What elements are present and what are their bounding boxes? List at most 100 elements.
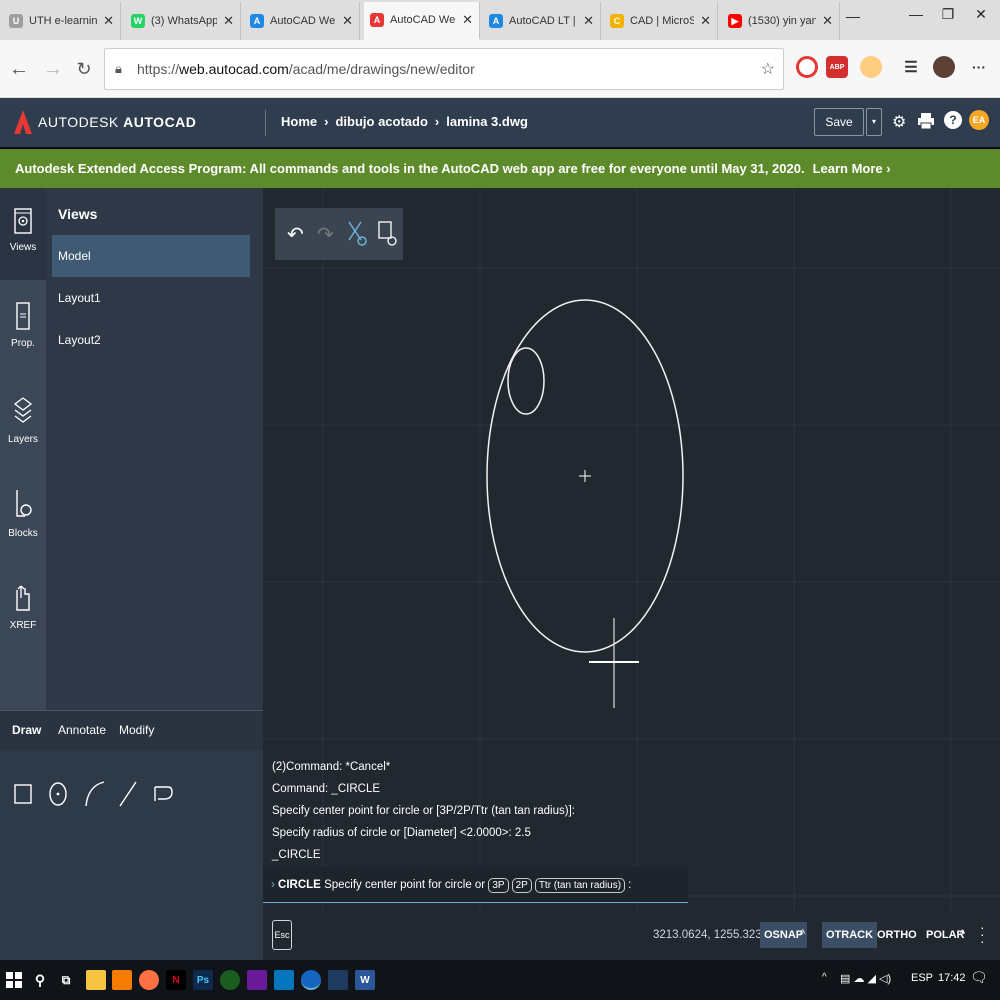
pan-tool-icon[interactable] <box>347 220 369 248</box>
breadcrumb-folder[interactable]: dibujo acotado <box>335 114 427 129</box>
close-tab-icon[interactable]: ✕ <box>462 12 473 28</box>
browser-tab[interactable]: A AutoCAD LT | 2D D ✕ <box>483 2 601 40</box>
app-header: AUTODESK AUTOCAD Home › dibujo acotado ›… <box>0 98 1000 148</box>
redo-icon[interactable]: ↷ <box>317 222 334 247</box>
close-tab-icon[interactable]: ✕ <box>583 13 594 29</box>
url-prefix: https:// <box>137 61 180 77</box>
close-tab-icon[interactable]: ✕ <box>103 13 114 29</box>
refresh-icon[interactable]: ↻ <box>71 56 97 82</box>
tray-icons[interactable]: ▤ ☁ ◢ ◁) <box>840 972 891 985</box>
opera-extension-icon[interactable] <box>796 56 818 78</box>
user-avatar[interactable]: EA <box>969 110 989 130</box>
tab-favicon-icon: A <box>489 14 503 28</box>
otrack-toggle[interactable]: OTRACK <box>822 922 878 948</box>
windows-start-icon[interactable] <box>6 972 22 988</box>
more-menu-icon[interactable]: ··· <box>968 56 990 78</box>
url-input[interactable]: 🔒︎ https://web.autocad.com/acad/me/drawi… <box>104 48 784 90</box>
rail-item-views[interactable]: Views <box>0 188 46 280</box>
osnap-options-icon[interactable]: ^ <box>800 928 805 940</box>
browser-tab[interactable]: W (3) WhatsApp ✕ <box>125 2 241 40</box>
firefox-icon[interactable] <box>139 970 159 990</box>
language-indicator[interactable]: ESP <box>911 972 933 984</box>
profile-avatar[interactable] <box>933 56 955 78</box>
tray-expand-icon[interactable]: ^ <box>822 972 827 983</box>
view-item-model[interactable]: Model <box>52 235 250 277</box>
favorites-list-icon[interactable]: ☰ <box>900 56 922 78</box>
option-ttr[interactable]: Ttr (tan tan radius) <box>534 878 626 893</box>
close-window-button[interactable]: ✕ <box>970 6 992 23</box>
breadcrumb-home[interactable]: Home <box>281 114 317 129</box>
back-icon[interactable]: ← <box>6 56 32 82</box>
minimize-button[interactable]: — <box>905 6 927 22</box>
browser-tab[interactable]: U UTH e-learning – ✕ <box>3 2 121 40</box>
tab-annotate[interactable]: Annotate <box>58 723 106 737</box>
ortho-toggle[interactable]: ORTHO <box>873 922 921 948</box>
notification-icon[interactable]: 🗨︎ <box>970 969 988 986</box>
polyline-icon[interactable] <box>150 782 176 806</box>
task-view-icon[interactable]: ⧉ <box>56 970 76 990</box>
view-item-layout1[interactable]: Layout1 <box>52 277 250 319</box>
netflix-icon[interactable]: N <box>166 970 186 990</box>
close-tab-icon[interactable]: ✕ <box>223 13 234 29</box>
browser-tab[interactable]: ▶ (1530) yin yang A ✕ <box>722 2 840 40</box>
browser-tab[interactable]: A AutoCAD Web Ap ✕ <box>364 2 480 40</box>
undo-icon[interactable]: ↶ <box>287 222 304 247</box>
esc-button[interactable]: Esc <box>272 920 292 950</box>
close-tab-icon[interactable]: ✕ <box>700 13 711 29</box>
more-status-icon[interactable]: · · · <box>980 920 985 948</box>
vscode-icon[interactable] <box>274 970 294 990</box>
breadcrumb: Home › dibujo acotado › lamina 3.dwg <box>281 114 528 129</box>
circle-icon[interactable] <box>46 780 70 808</box>
rail-item-layers[interactable]: Layers <box>0 396 46 445</box>
file-explorer-icon[interactable] <box>86 970 106 990</box>
tab-draw[interactable]: Draw <box>12 723 41 737</box>
browser-tab[interactable]: C CAD | MicroSurvey ✕ <box>604 2 718 40</box>
status-bar: Esc 3213.0624, 1255.3238 OSNAP ^ OTRACK … <box>263 912 1000 960</box>
cursor-coordinates: 3213.0624, 1255.3238 <box>653 929 769 941</box>
rail-item-xref[interactable]: XREF <box>0 584 46 631</box>
notes-app-icon[interactable] <box>328 970 348 990</box>
settings-gear-icon[interactable]: ⚙ <box>892 112 906 132</box>
option-3p[interactable]: 3P <box>488 878 509 893</box>
word-icon[interactable]: W <box>355 970 375 990</box>
app-icon[interactable] <box>112 970 132 990</box>
forward-icon[interactable]: → <box>40 56 66 82</box>
rail-item-blocks[interactable]: Blocks <box>0 488 46 539</box>
zoom-window-icon[interactable] <box>377 220 399 248</box>
close-tab-icon[interactable]: ✕ <box>342 13 353 29</box>
lock-icon: 🔒︎ <box>115 61 122 76</box>
browser-tab[interactable]: A AutoCAD Web Ap ✕ <box>244 2 360 40</box>
layers-icon <box>13 397 33 423</box>
print-icon[interactable] <box>918 112 934 130</box>
learn-more-link[interactable]: Learn More › <box>813 161 891 176</box>
new-tab-button[interactable]: — <box>842 8 864 24</box>
option-2p[interactable]: 2P <box>511 878 532 893</box>
views-panel: Views Model Layout1 Layout2 <box>46 188 263 710</box>
rectangle-icon[interactable] <box>12 782 34 806</box>
command-input[interactable]: › CIRCLE Specify center point for circle… <box>263 867 688 903</box>
save-button[interactable]: Save <box>814 108 864 136</box>
arc-icon[interactable] <box>82 780 106 808</box>
adblock-extension-icon[interactable]: ABP <box>826 56 848 78</box>
search-icon[interactable]: ⚲ <box>30 970 50 990</box>
close-tab-icon[interactable]: ✕ <box>822 13 833 29</box>
save-dropdown-icon[interactable]: ▾ <box>866 108 882 136</box>
visual-studio-icon[interactable] <box>247 970 267 990</box>
photoshop-icon[interactable]: Ps <box>193 970 213 990</box>
extension-icon[interactable] <box>860 56 882 78</box>
tab-modify[interactable]: Modify <box>119 723 154 737</box>
favorite-star-icon[interactable]: ☆ <box>761 59 775 79</box>
canvas-toolbar: ↶ ↷ <box>275 208 403 260</box>
maximize-button[interactable]: ❐ <box>937 6 959 23</box>
polar-options-icon[interactable]: ^ <box>960 928 965 940</box>
edge-browser-icon[interactable] <box>301 970 321 990</box>
command-prompt-text: Specify center point for circle or <box>324 879 486 891</box>
small-circle[interactable] <box>507 347 545 415</box>
whatsapp-icon[interactable] <box>220 970 240 990</box>
rail-item-properties[interactable]: Prop. <box>0 302 46 349</box>
rail-label: XREF <box>9 620 37 631</box>
clock[interactable]: 17:42 <box>938 972 966 984</box>
help-icon[interactable]: ? <box>944 111 962 129</box>
line-icon[interactable] <box>116 780 140 808</box>
view-item-layout2[interactable]: Layout2 <box>52 319 250 361</box>
